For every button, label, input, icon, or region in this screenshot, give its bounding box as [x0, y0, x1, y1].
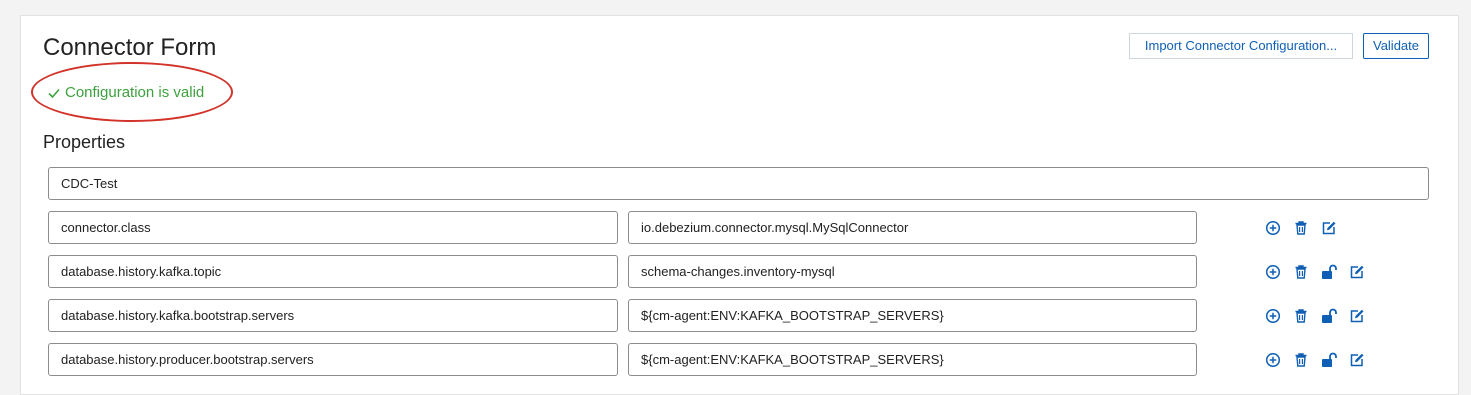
property-value-input[interactable] — [628, 255, 1197, 288]
property-key-input[interactable] — [48, 211, 618, 244]
plus-circle-icon[interactable] — [1265, 308, 1281, 324]
validation-message: Configuration is valid — [65, 84, 205, 101]
validation-status: Configuration is valid — [47, 84, 204, 101]
property-value-input[interactable] — [628, 211, 1197, 244]
import-connector-configuration-button[interactable]: Import Connector Configuration... — [1129, 33, 1353, 59]
trash-icon[interactable] — [1293, 264, 1309, 280]
edit-icon[interactable] — [1349, 308, 1365, 324]
page-title: Connector Form — [43, 34, 217, 61]
unlock-icon[interactable] — [1321, 308, 1337, 324]
connector-name-input[interactable] — [48, 167, 1429, 200]
trash-icon[interactable] — [1293, 220, 1309, 236]
property-key-input[interactable] — [48, 299, 618, 332]
plus-circle-icon[interactable] — [1265, 352, 1281, 368]
property-key-input[interactable] — [48, 343, 618, 376]
checkmark-icon — [47, 86, 61, 100]
property-value-input[interactable] — [628, 299, 1197, 332]
edit-icon[interactable] — [1349, 264, 1365, 280]
property-key-input[interactable] — [48, 255, 618, 288]
connector-form-panel — [20, 15, 1459, 395]
trash-icon[interactable] — [1293, 308, 1309, 324]
property-value-input[interactable] — [628, 343, 1197, 376]
plus-circle-icon[interactable] — [1265, 264, 1281, 280]
properties-heading: Properties — [43, 132, 126, 152]
validate-button[interactable]: Validate — [1363, 33, 1429, 59]
edit-icon[interactable] — [1321, 220, 1337, 236]
plus-circle-icon[interactable] — [1265, 220, 1281, 236]
edit-icon[interactable] — [1349, 352, 1365, 368]
trash-icon[interactable] — [1293, 352, 1309, 368]
unlock-icon[interactable] — [1321, 264, 1337, 280]
unlock-icon[interactable] — [1321, 352, 1337, 368]
